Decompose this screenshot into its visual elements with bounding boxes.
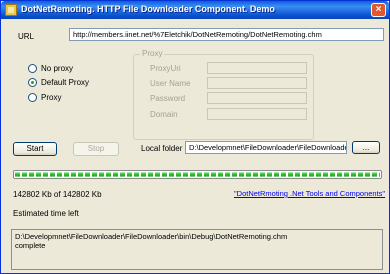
progress-block [302, 172, 307, 177]
app-window: DotNetRemoting. HTTP File Downloader Com… [0, 0, 390, 274]
progress-block [15, 172, 20, 177]
progress-block [204, 172, 209, 177]
progress-block [358, 172, 363, 177]
proxy-group-title: Proxy [140, 49, 165, 58]
progress-block [78, 172, 83, 177]
progress-block [127, 172, 132, 177]
log-line: D:\Developmnet\FileDownloader\FileDownlo… [15, 232, 288, 241]
progress-block [344, 172, 349, 177]
progress-block [176, 172, 181, 177]
progress-block [64, 172, 69, 177]
progress-block [372, 172, 377, 177]
estimated-time-label: Estimated time left [13, 209, 79, 218]
progress-block [92, 172, 97, 177]
progress-block [36, 172, 41, 177]
download-progress-bar [13, 170, 382, 179]
progress-block [309, 172, 314, 177]
radio-proxy-circle[interactable] [28, 93, 37, 102]
progress-block [134, 172, 139, 177]
progress-fill [15, 172, 380, 177]
progress-block [162, 172, 167, 177]
progress-block [379, 172, 380, 177]
stop-button[interactable]: Stop [73, 142, 119, 156]
progress-block [225, 172, 230, 177]
log-output: D:\Developmnet\FileDownloader\FileDownlo… [11, 229, 383, 270]
proxy-username-input[interactable] [207, 77, 307, 89]
window-title: DotNetRemoting. HTTP File Downloader Com… [21, 4, 275, 14]
close-button[interactable]: × [371, 3, 386, 17]
progress-block [267, 172, 272, 177]
dotnetremoting-link[interactable]: "DotNetRmoting .Net Tools and Components… [234, 189, 385, 198]
bytes-status: 142802 Kb of 142802 Kb [13, 190, 102, 199]
progress-block [43, 172, 48, 177]
main-panel: URL http://members.iinet.net/%7Eletchik/… [4, 19, 388, 272]
proxy-uri-label: ProxyUri [150, 64, 181, 73]
progress-block [274, 172, 279, 177]
log-line: complete [15, 241, 46, 250]
progress-block [239, 172, 244, 177]
proxy-username-label: User Name [150, 79, 191, 88]
browse-button[interactable]: ... [352, 141, 380, 154]
radio-default-proxy-circle[interactable] [28, 78, 37, 87]
progress-block [365, 172, 370, 177]
radio-default-proxy[interactable]: Default Proxy [28, 78, 89, 87]
radio-no-proxy-circle[interactable] [28, 64, 37, 73]
proxy-uri-input[interactable] [207, 62, 307, 74]
url-label: URL [18, 32, 35, 41]
progress-block [106, 172, 111, 177]
radio-proxy[interactable]: Proxy [28, 93, 61, 102]
url-input[interactable]: http://members.iinet.net/%7Eletchik/DotN… [69, 28, 384, 41]
progress-block [29, 172, 34, 177]
progress-block [218, 172, 223, 177]
radio-no-proxy-label: No proxy [41, 64, 74, 73]
local-folder-label: Local folder [141, 144, 183, 153]
progress-block [22, 172, 27, 177]
progress-block [141, 172, 146, 177]
radio-proxy-label: Proxy [41, 93, 62, 102]
progress-block [330, 172, 335, 177]
proxy-domain-input[interactable] [207, 108, 307, 120]
progress-block [120, 172, 125, 177]
progress-block [253, 172, 258, 177]
app-icon [5, 4, 17, 16]
proxy-password-input[interactable] [207, 92, 307, 104]
progress-block [316, 172, 321, 177]
radio-no-proxy[interactable]: No proxy [28, 64, 73, 73]
progress-block [281, 172, 286, 177]
progress-block [148, 172, 153, 177]
progress-block [85, 172, 90, 177]
progress-block [323, 172, 328, 177]
progress-block [155, 172, 160, 177]
title-bar[interactable]: DotNetRemoting. HTTP File Downloader Com… [1, 1, 389, 19]
progress-block [113, 172, 118, 177]
progress-block [351, 172, 356, 177]
local-folder-input[interactable]: D:\Developmnet\FileDownloader\FileDownlo… [185, 141, 347, 154]
progress-block [288, 172, 293, 177]
progress-block [183, 172, 188, 177]
progress-block [337, 172, 342, 177]
progress-block [246, 172, 251, 177]
radio-default-proxy-label: Default Proxy [41, 78, 90, 87]
progress-block [99, 172, 104, 177]
start-button[interactable]: Start [13, 142, 57, 156]
progress-block [169, 172, 174, 177]
progress-block [50, 172, 55, 177]
progress-block [211, 172, 216, 177]
progress-block [260, 172, 265, 177]
proxy-password-label: Password [150, 94, 186, 103]
progress-block [190, 172, 195, 177]
progress-block [232, 172, 237, 177]
progress-block [295, 172, 300, 177]
progress-block [197, 172, 202, 177]
proxy-domain-label: Domain [150, 110, 178, 119]
progress-block [57, 172, 62, 177]
progress-block [71, 172, 76, 177]
